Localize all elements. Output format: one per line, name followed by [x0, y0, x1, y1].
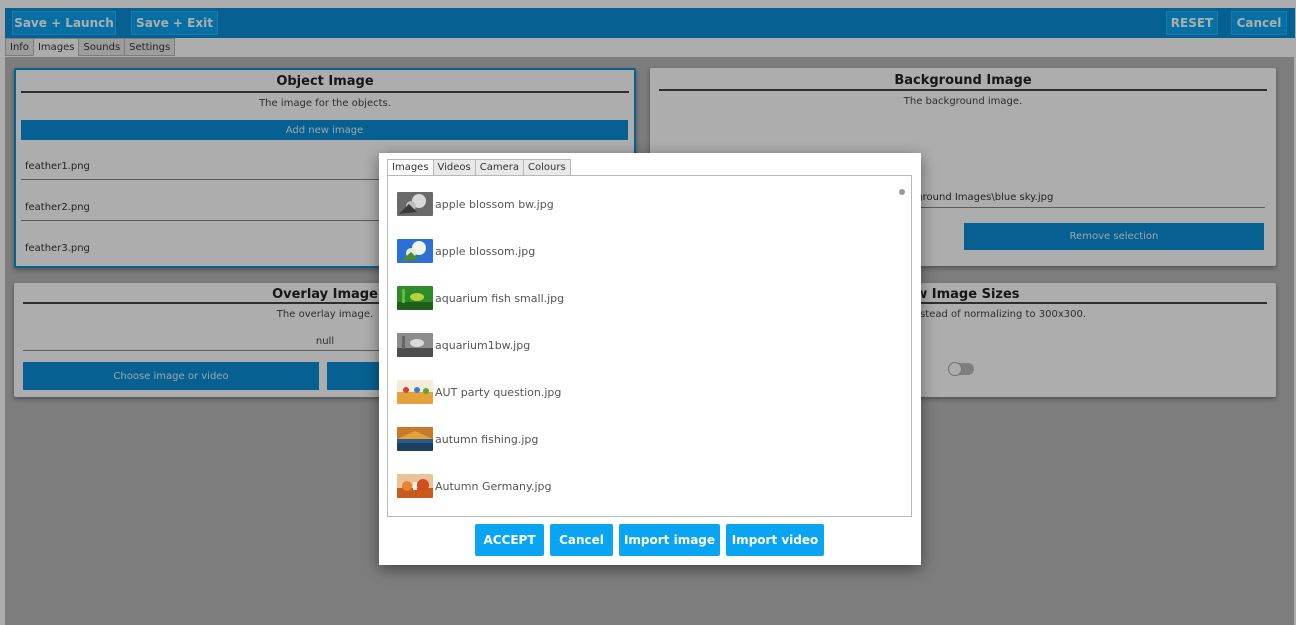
- list-item-label: apple blossom.jpg: [435, 244, 536, 258]
- thumbnail-party: [397, 380, 433, 404]
- image-list[interactable]: apple blossom bw.jpg apple blossom.jpg a…: [387, 175, 912, 517]
- thumbnail-aquarium-fish: [397, 286, 433, 310]
- list-item[interactable]: aquarium1bw.jpg: [397, 332, 530, 358]
- dialog-tab-images[interactable]: Images: [387, 159, 434, 176]
- thumbnail-autumn-fishing: [397, 427, 433, 451]
- dialog-cancel-button[interactable]: Cancel: [550, 524, 613, 556]
- accept-button[interactable]: ACCEPT: [475, 524, 544, 556]
- import-image-button[interactable]: Import image: [619, 524, 720, 556]
- media-picker-dialog: Images Videos Camera Colours apple bloss…: [379, 153, 921, 565]
- scrollbar-thumb[interactable]: [899, 189, 905, 195]
- list-item-label: aquarium fish small.jpg: [435, 291, 565, 305]
- import-video-button[interactable]: Import video: [726, 524, 824, 556]
- list-item[interactable]: aquarium fish small.jpg: [397, 285, 564, 311]
- list-item[interactable]: autumn fishing.jpg: [397, 426, 538, 452]
- list-item[interactable]: apple blossom bw.jpg: [397, 191, 554, 217]
- dialog-tab-colours[interactable]: Colours: [523, 159, 571, 176]
- list-item-label: Autumn Germany.jpg: [435, 479, 552, 493]
- list-item[interactable]: apple blossom.jpg: [397, 238, 535, 264]
- dialog-tab-camera[interactable]: Camera: [474, 159, 525, 176]
- list-item-label: AUT party question.jpg: [435, 385, 562, 399]
- app-window: Save + Launch Save + Exit RESET Cancel I…: [0, 0, 1296, 625]
- thumbnail-apple-blossom: [397, 239, 433, 263]
- thumbnail-autumn-germany: [397, 474, 433, 498]
- dialog-tab-videos[interactable]: Videos: [432, 159, 476, 176]
- dialog-tabs: Images Videos Camera Colours: [387, 159, 571, 176]
- list-item-label: aquarium1bw.jpg: [435, 338, 531, 352]
- list-item-label: autumn fishing.jpg: [435, 432, 539, 446]
- list-item[interactable]: AUT party question.jpg: [397, 379, 561, 405]
- list-item[interactable]: Autumn Germany.jpg: [397, 473, 551, 499]
- thumbnail-aquarium-bw: [397, 333, 433, 357]
- list-item-label: apple blossom bw.jpg: [435, 197, 554, 211]
- thumbnail-apple-blossom-bw: [397, 192, 433, 216]
